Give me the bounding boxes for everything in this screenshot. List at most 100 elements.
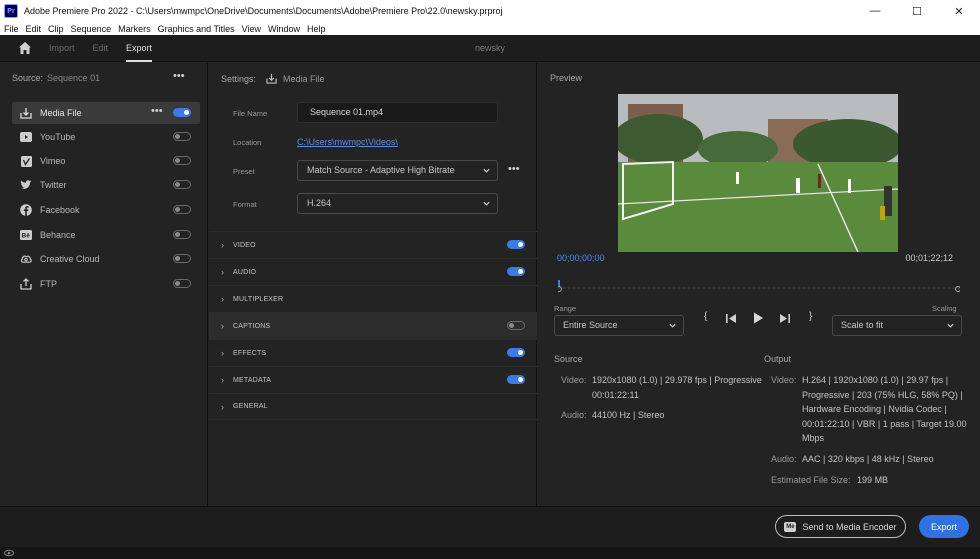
effects-toggle[interactable] [507, 348, 525, 357]
section-label: GENERAL [233, 403, 268, 410]
vimeo-icon [20, 155, 32, 167]
twitter-toggle[interactable] [173, 180, 191, 189]
minimize-button[interactable]: — [854, 0, 896, 22]
tab-import[interactable]: Import [49, 35, 75, 62]
chevron-right-icon: › [221, 348, 224, 358]
destination-vimeo[interactable]: Vimeo [12, 150, 200, 172]
destination-label: YouTube [40, 132, 76, 142]
settings-target: Media File [283, 73, 325, 84]
output-audio-label: Audio: [771, 454, 797, 464]
chevron-down-icon [669, 323, 676, 328]
menu-clip[interactable]: Clip [48, 24, 64, 34]
range-dropdown[interactable]: Entire Source [554, 315, 684, 336]
section-captions[interactable]: › CAPTIONS [209, 312, 537, 339]
destination-label: Creative Cloud [40, 254, 100, 264]
captions-toggle[interactable] [507, 321, 525, 330]
source-selector[interactable]: Source: Sequence 01 [12, 73, 100, 83]
section-label: METADATA [233, 376, 272, 384]
source-label: Source: [12, 73, 44, 83]
maximize-button[interactable]: ☐ [896, 0, 938, 22]
premiere-export-window: Pr Adobe Premiere Pro 2022 - C:\Users\mw… [0, 0, 980, 559]
file-name-label: File Name [233, 109, 268, 118]
destinations-panel: Source: Sequence 01 ••• Media File ••• Yo… [0, 63, 208, 506]
destination-behance[interactable]: Bē Behance [12, 224, 200, 246]
section-multiplexer[interactable]: › MULTIPLEXER [209, 285, 537, 312]
behance-toggle[interactable] [173, 230, 191, 239]
timeline-scrubber[interactable] [558, 280, 960, 292]
media-file-icon [266, 73, 277, 84]
output-audio-info: AAC | 320 kbps | 48 kHz | Stereo [802, 452, 934, 467]
send-to-media-encoder-button[interactable]: Me Send to Media Encoder [775, 515, 906, 538]
scaling-dropdown[interactable]: Scale to fit [832, 315, 962, 336]
estimated-file-size: Estimated File Size: 199 MB [771, 473, 888, 488]
step-back-icon[interactable] [725, 313, 737, 324]
output-video-info: H.264 | 1920x1080 (1.0) | 29.97 fps | Pr… [802, 373, 972, 446]
media-file-toggle[interactable] [173, 108, 191, 117]
mark-out-icon[interactable]: } [809, 311, 812, 322]
destination-more-button[interactable]: ••• [151, 105, 163, 117]
destination-facebook[interactable]: Facebook [12, 199, 200, 221]
menu-view[interactable]: View [242, 24, 261, 34]
format-dropdown[interactable]: H.264 [297, 193, 498, 214]
section-metadata[interactable]: › METADATA [209, 366, 537, 393]
destination-ftp[interactable]: FTP [12, 273, 200, 295]
section-effects[interactable]: › EFFECTS [209, 339, 537, 366]
home-icon[interactable] [18, 41, 32, 55]
menu-markers[interactable]: Markers [118, 24, 151, 34]
title-bar: Pr Adobe Premiere Pro 2022 - C:\Users\mw… [0, 0, 980, 22]
facebook-toggle[interactable] [173, 205, 191, 214]
menu-edit[interactable]: Edit [26, 24, 42, 34]
section-audio[interactable]: › AUDIO [209, 258, 537, 285]
tab-edit[interactable]: Edit [93, 35, 109, 62]
tab-export[interactable]: Export [126, 35, 153, 62]
output-video-line: 00:01:22:10 | VBR | 1 pass | Target 19.0… [802, 418, 967, 429]
file-name-input[interactable]: Sequence 01.mp4 [297, 102, 498, 123]
youtube-toggle[interactable] [173, 132, 191, 141]
chevron-right-icon: › [221, 375, 224, 385]
destination-youtube[interactable]: YouTube [12, 126, 200, 148]
destination-media-file[interactable]: Media File ••• [12, 102, 200, 124]
mark-in-icon[interactable]: { [704, 311, 707, 322]
metadata-toggle[interactable] [507, 375, 525, 384]
menu-sequence[interactable]: Sequence [71, 24, 112, 34]
menu-file[interactable]: File [4, 24, 19, 34]
preset-label: Preset [233, 167, 255, 176]
menu-graphics-and-titles[interactable]: Graphics and Titles [158, 24, 235, 34]
vimeo-toggle[interactable] [173, 156, 191, 165]
destination-twitter[interactable]: Twitter [12, 174, 200, 196]
media-encoder-icon: Me [784, 521, 797, 532]
preset-more-button[interactable]: ••• [508, 163, 520, 175]
menu-window[interactable]: Window [268, 24, 300, 34]
destination-label: Behance [40, 230, 76, 240]
export-button[interactable]: Export [919, 515, 969, 538]
audio-toggle[interactable] [507, 267, 525, 276]
section-label: MULTIPLEXER [233, 295, 284, 303]
preview-label: Preview [550, 73, 583, 83]
menu-help[interactable]: Help [307, 24, 326, 34]
step-forward-icon[interactable] [779, 313, 791, 324]
creative-cloud-icon [20, 253, 32, 265]
twitter-icon [20, 179, 32, 191]
destination-creative-cloud[interactable]: Creative Cloud [12, 248, 200, 270]
filesize-value: 199 MB [857, 475, 889, 485]
ftp-toggle[interactable] [173, 279, 191, 288]
preset-value: Match Source - Adaptive High Bitrate [307, 165, 455, 175]
timecode-in[interactable]: 00;00;00;00 [557, 253, 605, 263]
facebook-icon [20, 204, 32, 216]
section-general[interactable]: › GENERAL [209, 393, 537, 420]
chevron-right-icon: › [221, 321, 224, 331]
source-audio-info: 44100 Hz | Stereo [592, 408, 664, 423]
source-more-button[interactable]: ••• [173, 70, 185, 82]
close-button[interactable]: ✕ [938, 0, 980, 22]
export-footer: Me Send to Media Encoder Export [0, 506, 980, 547]
section-label: CAPTIONS [233, 322, 271, 330]
output-video-line: Mbps [802, 433, 825, 443]
preset-dropdown[interactable]: Match Source - Adaptive High Bitrate [297, 160, 498, 181]
destination-label: Twitter [40, 180, 67, 190]
video-toggle[interactable] [507, 240, 525, 249]
play-icon[interactable] [753, 312, 764, 324]
creative-cloud-toggle[interactable] [173, 254, 191, 263]
location-link[interactable]: C:\Users\mwmpc\Videos\ [297, 137, 398, 147]
playhead[interactable] [558, 280, 560, 286]
section-video[interactable]: › VIDEO [209, 231, 537, 258]
